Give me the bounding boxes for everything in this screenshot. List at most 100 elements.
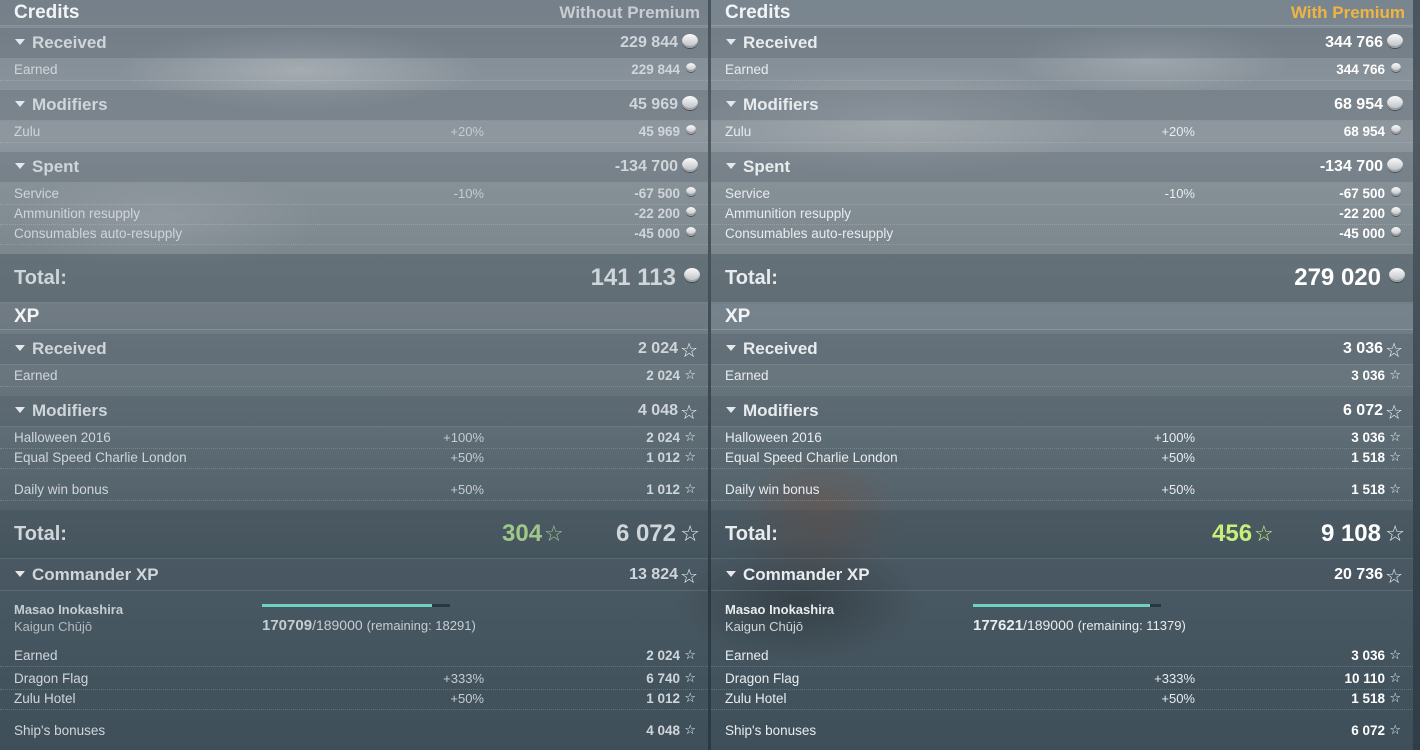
progress-remaining: (remaining: 11379): [1077, 618, 1186, 633]
star-icon: ☆: [1389, 671, 1401, 686]
row-label: Zulu Hotel: [725, 691, 787, 706]
collapse-triangle-icon: [726, 407, 736, 413]
row-label: Zulu: [14, 124, 41, 139]
star-icon: ☆: [684, 450, 696, 465]
credits-spent-group[interactable]: Spent -134 700: [0, 152, 708, 183]
row-percent: +50%: [450, 691, 484, 706]
row-percent: -10%: [1164, 186, 1195, 201]
collapse-triangle-icon: [726, 345, 736, 351]
zulu-hotel-row: Zulu Hotel +50% 1 518 ☆: [711, 689, 1413, 710]
group-value: 6 072: [1342, 402, 1383, 419]
silver-coin-icon: [682, 34, 698, 48]
star-icon: ☆: [684, 691, 696, 706]
progress-fill: [973, 604, 1150, 607]
collapse-triangle-icon: [726, 163, 736, 169]
row-label: Ammunition resupply: [725, 206, 852, 221]
row-label: Earned: [725, 368, 769, 383]
row-label: Equal Speed Charlie London: [14, 450, 187, 465]
commander-progress-bar: [262, 604, 450, 607]
commander-rank: Kaigun Chūjō: [14, 619, 93, 634]
credits-received-group[interactable]: Received 229 844: [0, 28, 708, 59]
credits-title: Credits: [725, 2, 791, 23]
star-icon: ☆: [684, 723, 696, 738]
row-label: Dragon Flag: [725, 671, 800, 686]
progress-max: /189000: [1023, 617, 1074, 633]
collapse-triangle-icon: [15, 101, 25, 107]
star-icon: ☆: [1385, 564, 1403, 588]
row-label: Daily win bonus: [725, 482, 820, 497]
credits-modifiers-group[interactable]: Modifiers 45 969: [0, 90, 708, 121]
silver-coin-icon: [684, 268, 700, 282]
commander-xp-group[interactable]: Commander XP 13 824 ☆: [0, 560, 708, 591]
credits-spent-group[interactable]: Spent -134 700: [711, 152, 1413, 183]
xp-modifiers-group[interactable]: Modifiers 6 072 ☆: [711, 396, 1413, 427]
group-value: 229 844: [620, 34, 678, 51]
progress-current: 177621: [973, 617, 1024, 634]
commander-earned-row: Earned 2 024 ☆: [0, 646, 708, 667]
row-percent: -10%: [453, 186, 484, 201]
total-label: Total:: [725, 523, 778, 545]
credits-total-row: Total: 279 020: [711, 254, 1413, 303]
credits-section-header: Credits With Premium: [711, 0, 1413, 26]
silver-coin-icon: [1387, 96, 1403, 110]
commander-earned-row: Earned 3 036 ☆: [711, 646, 1413, 667]
group-label: Commander XP: [32, 565, 159, 584]
row-label: Consumables auto-resupply: [14, 226, 183, 241]
progress-fill: [262, 604, 432, 607]
commander-name: Masao Inokashira: [725, 602, 835, 617]
star-icon: ☆: [1389, 482, 1401, 497]
row-label: Earned: [14, 368, 58, 383]
row-value: 3 036: [1351, 430, 1385, 445]
commander-xp-group[interactable]: Commander XP 20 736 ☆: [711, 560, 1413, 591]
commander-name: Masao Inokashira: [14, 602, 124, 617]
collapse-triangle-icon: [15, 345, 25, 351]
row-label: Halloween 2016: [14, 430, 111, 445]
silver-coin-icon: [686, 125, 696, 134]
group-label: Received: [32, 339, 107, 358]
row-value: 2 024: [646, 648, 680, 663]
xp-modifiers-group[interactable]: Modifiers 4 048 ☆: [0, 396, 708, 427]
row-value: 10 110: [1344, 671, 1385, 686]
xp-received-group[interactable]: Received 2 024 ☆: [0, 334, 708, 365]
star-icon: ☆: [680, 564, 698, 588]
row-label: Earned: [725, 62, 769, 77]
row-value: 3 036: [1351, 368, 1385, 383]
group-value: 4 048: [637, 402, 678, 419]
star-icon: ☆: [1385, 338, 1403, 362]
ammo-resupply-row: Ammunition resupply -22 200: [0, 204, 708, 225]
row-label: Halloween 2016: [725, 430, 822, 445]
silver-coin-icon: [686, 207, 696, 216]
credits-earned-row: Earned 344 766: [711, 60, 1413, 81]
row-percent: +50%: [1161, 482, 1195, 497]
silver-coin-icon: [1391, 227, 1401, 236]
progress-current: 170709: [262, 617, 313, 634]
consumables-resupply-row: Consumables auto-resupply -45 000: [711, 224, 1413, 245]
row-label: Zulu: [725, 124, 752, 139]
row-label: Earned: [14, 648, 58, 663]
row-percent: +100%: [443, 430, 484, 445]
row-value: -45 000: [1339, 226, 1385, 241]
premium-label: With Premium: [1290, 3, 1405, 22]
row-label: Ship's bonuses: [14, 723, 106, 738]
daily-win-row: Daily win bonus +50% 1 518 ☆: [711, 480, 1413, 501]
star-icon: ☆: [1389, 723, 1401, 738]
row-label: Dragon Flag: [14, 671, 89, 686]
row-percent: +50%: [450, 450, 484, 465]
group-label: Commander XP: [743, 565, 870, 584]
star-icon: ☆: [1389, 648, 1401, 663]
row-value: 3 036: [1351, 648, 1385, 663]
star-icon: ☆: [684, 671, 696, 686]
collapse-triangle-icon: [726, 39, 736, 45]
xp-received-group[interactable]: Received 3 036 ☆: [711, 334, 1413, 365]
star-icon: ☆: [1254, 522, 1274, 547]
commander-rank: Kaigun Chūjō: [725, 619, 804, 634]
silver-coin-icon: [686, 187, 696, 196]
without-premium-column: Credits Without Premium Received 229 844…: [0, 0, 708, 750]
xp-title: XP: [14, 306, 40, 327]
credits-modifiers-group[interactable]: Modifiers 68 954: [711, 90, 1413, 121]
row-label: Consumables auto-resupply: [725, 226, 894, 241]
silver-coin-icon: [686, 63, 696, 72]
collapse-triangle-icon: [726, 101, 736, 107]
halloween-row: Halloween 2016 +100% 3 036 ☆: [711, 428, 1413, 449]
credits-received-group[interactable]: Received 344 766: [711, 28, 1413, 59]
